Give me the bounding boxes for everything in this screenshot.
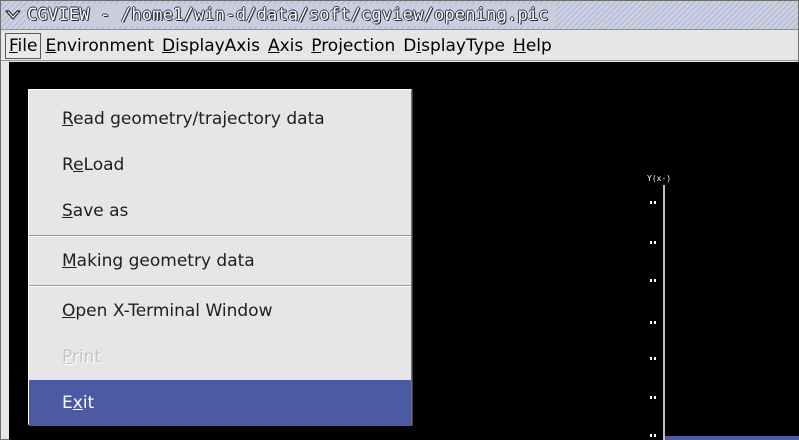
menu-projection[interactable]: Projection — [307, 33, 399, 59]
app-window: CGVIEW - /home1/win-d/data/soft/cgview/o… — [0, 0, 799, 440]
chevron-down-icon[interactable] — [4, 6, 22, 24]
axis-tick-marks — [650, 201, 656, 437]
file-menu-dropdown: Read geometry/trajectory data ReLoad Sav… — [28, 89, 412, 426]
menu-item-read-geometry[interactable]: Read geometry/trajectory data — [29, 96, 411, 142]
menu-separator — [29, 285, 411, 287]
menu-file[interactable]: File — [5, 32, 42, 59]
menu-item-exit[interactable]: Exit — [29, 380, 411, 426]
menu-item-making-geometry[interactable]: Making geometry data — [29, 238, 411, 284]
menu-separator — [29, 235, 411, 237]
selection-bar — [665, 436, 799, 440]
menu-item-open-xterm[interactable]: Open X-Terminal Window — [29, 288, 411, 334]
axis-label: Y(x-) — [647, 174, 671, 183]
menu-bar: File Environment DisplayAxis Axis Projec… — [1, 31, 798, 61]
title-bar[interactable]: CGVIEW - /home1/win-d/data/soft/cgview/o… — [1, 1, 798, 30]
menu-displaytype[interactable]: DisplayType — [399, 33, 509, 59]
window-title: CGVIEW - /home1/win-d/data/soft/cgview/o… — [25, 4, 555, 26]
menu-item-save-as[interactable]: Save as — [29, 188, 411, 234]
menu-environment[interactable]: Environment — [41, 33, 158, 59]
menu-displayaxis[interactable]: DisplayAxis — [158, 33, 264, 59]
menu-axis[interactable]: Axis — [264, 33, 307, 59]
menu-item-print: Print — [62, 347, 102, 367]
menu-help[interactable]: Help — [509, 33, 556, 59]
menu-item-reload[interactable]: ReLoad — [29, 142, 411, 188]
